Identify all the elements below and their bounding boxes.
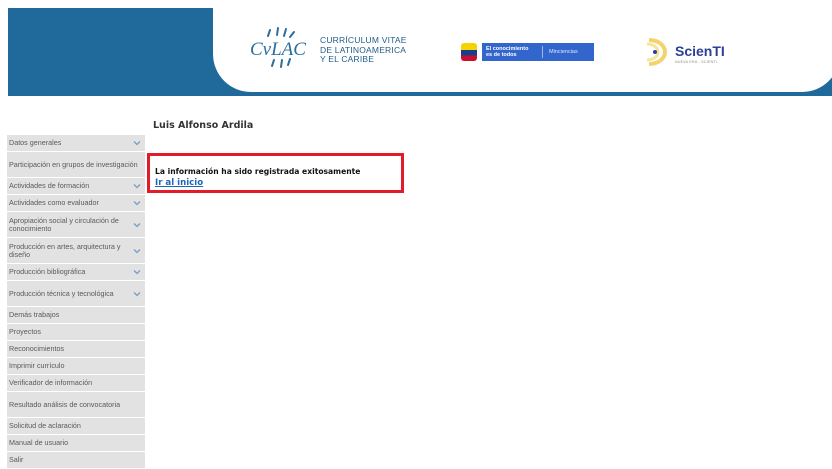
sidebar-item-solicitud-de-aclaracion[interactable]: Solicitud de aclaración xyxy=(7,418,145,435)
chevron-down-icon[interactable] xyxy=(133,247,141,255)
sidebar-item-demas-trabajos[interactable]: Demás trabajos xyxy=(7,307,145,324)
scienti-name: ScienTI xyxy=(675,43,725,59)
minciencias-banner[interactable]: El conocimiento es de todos Minciencias xyxy=(461,42,597,62)
sidebar-item-label: Apropiación social y circulación de cono… xyxy=(9,215,119,233)
sidebar-item-label: Manual de usuario xyxy=(9,438,69,447)
scienti-logo[interactable]: ScienTI NUEVA ERA - SCIENTI xyxy=(643,38,743,68)
sidebar-item-label: Producción técnica y tecnológica xyxy=(9,288,114,298)
sidebar-item-imprimir-curriculo[interactable]: Imprimir currículo xyxy=(7,358,145,375)
success-message: La información ha sido registrada exitos… xyxy=(155,167,361,176)
cvlac-tagline: CURRÍCULUM VITAE DE LATINOAMERICA Y EL C… xyxy=(320,35,430,65)
sidebar-item-participacion-en-grupos-de-investigacion[interactable]: Participación en grupos de investigación xyxy=(7,152,145,178)
cvlac-tagline-line3: Y EL CARIBE xyxy=(320,54,375,64)
sidebar-item-produccion-en-artes-arquitectura-y-diseno[interactable]: Producción en artes, arquitectura y dise… xyxy=(7,238,145,264)
sidebar-item-salir[interactable]: Salir xyxy=(7,452,145,469)
sidebar-item-reconocimientos[interactable]: Reconocimientos xyxy=(7,341,145,358)
scienti-subtitle: NUEVA ERA - SCIENTI xyxy=(675,60,718,64)
sidebar-item-produccion-bibliografica[interactable]: Producción bibliográfica xyxy=(7,264,145,281)
chevron-down-icon[interactable] xyxy=(133,268,141,276)
sidebar-menu: Datos generales Participación en grupos d… xyxy=(7,135,145,469)
cvlac-mark-icon: CvLAC xyxy=(250,27,306,68)
scienti-mark-icon xyxy=(646,38,667,66)
header-bar: CvLAC CURRÍCULUM VITAE DE LATINOAMERICA … xyxy=(8,8,832,96)
minciencias-name: Minciencias xyxy=(549,49,578,55)
sidebar-item-label: Resultado análisis de convocatoria xyxy=(9,399,121,409)
sidebar-item-label: Imprimir currículo xyxy=(9,361,65,370)
chevron-down-icon[interactable] xyxy=(133,182,141,190)
chevron-down-icon[interactable] xyxy=(133,221,141,229)
colombia-coat-of-arms-icon xyxy=(461,43,477,61)
sidebar-item-label: Reconocimientos xyxy=(9,344,65,353)
sidebar-item-label: Solicitud de aclaración xyxy=(9,421,81,430)
sidebar-item-label: Producción bibliográfica xyxy=(9,267,86,276)
header-logo-panel: CvLAC CURRÍCULUM VITAE DE LATINOAMERICA … xyxy=(213,8,832,92)
sidebar-item-label: Proyectos xyxy=(9,327,41,336)
sidebar-item-label: Demás trabajos xyxy=(9,310,60,319)
sidebar-item-label: Salir xyxy=(9,455,24,464)
sidebar-item-produccion-tecnica-y-tecnologica[interactable]: Producción técnica y tecnológica xyxy=(7,281,145,307)
sidebar-item-resultado-analisis-de-convocatoria[interactable]: Resultado análisis de convocatoria xyxy=(7,392,145,418)
sidebar-item-label: Participación en grupos de investigación xyxy=(9,159,138,169)
cvlac-logo[interactable]: CvLAC CURRÍCULUM VITAE DE LATINOAMERICA … xyxy=(248,20,428,70)
sidebar-item-label: Actividades de formación xyxy=(9,181,90,190)
user-full-name: Luis Alfonso Ardila xyxy=(153,120,254,131)
sidebar-item-actividades-como-evaluador[interactable]: Actividades como evaluador xyxy=(7,195,145,212)
chevron-down-icon[interactable] xyxy=(133,290,141,298)
sidebar-item-verificador-de-informacion[interactable]: Verificador de información xyxy=(7,375,145,392)
sidebar-item-label: Verificador de información xyxy=(9,378,93,387)
sidebar-item-label: Producción en artes, arquitectura y dise… xyxy=(9,241,121,259)
cvlac-brand-text: CvLAC xyxy=(250,39,306,60)
chevron-down-icon[interactable] xyxy=(133,199,141,207)
sidebar-item-proyectos[interactable]: Proyectos xyxy=(7,324,145,341)
sidebar-item-actividades-de-formacion[interactable]: Actividades de formación xyxy=(7,178,145,195)
minciencias-box: El conocimiento es de todos Minciencias xyxy=(482,43,594,61)
sidebar-item-label: Actividades como evaluador xyxy=(9,198,99,207)
minciencias-slogan: El conocimiento es de todos xyxy=(482,46,543,58)
sidebar-item-datos-generales[interactable]: Datos generales xyxy=(7,135,145,152)
home-link[interactable]: Ir al inicio xyxy=(155,178,203,188)
sidebar-item-apropiacion-social-y-circulacion-de-conocimiento[interactable]: Apropiación social y circulación de cono… xyxy=(7,212,145,238)
sidebar-item-label: Datos generales xyxy=(9,138,62,147)
sidebar-item-manual-de-usuario[interactable]: Manual de usuario xyxy=(7,435,145,452)
minciencias-slogan-line2: es de todos xyxy=(486,52,517,58)
success-notice: La información ha sido registrada exitos… xyxy=(147,153,404,193)
chevron-down-icon[interactable] xyxy=(133,139,141,147)
